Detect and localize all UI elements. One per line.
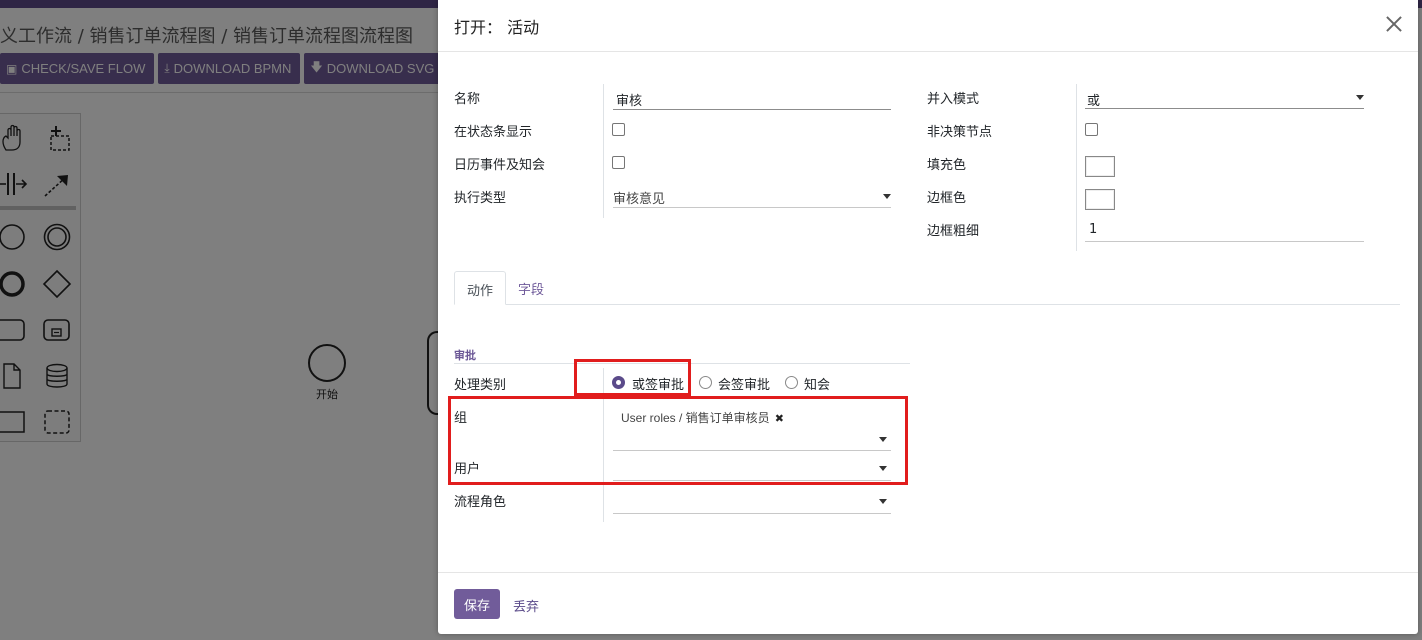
radio-or-sign-label: 或签审批	[632, 378, 685, 393]
join-mode-underline	[1085, 108, 1364, 109]
dialog-title: 打开： 活动	[454, 18, 540, 37]
fill-color-label: 填充色	[927, 158, 967, 173]
group-tag-label: User roles / 销售订单审核员	[621, 411, 770, 425]
border-width-input[interactable]: 1	[1089, 222, 1097, 237]
exec-type-dropdown-icon[interactable]	[883, 194, 891, 199]
remove-tag-icon[interactable]: ✖	[775, 413, 784, 425]
flow-role-label: 流程角色	[454, 495, 507, 510]
section-column-divider	[603, 368, 604, 522]
group-label: 组	[454, 411, 468, 426]
tab-fields[interactable]: 字段	[506, 271, 556, 305]
group-input-underline[interactable]	[613, 450, 891, 451]
radio-countersign-label: 会签审批	[718, 378, 771, 393]
group-dropdown-icon[interactable]	[879, 437, 887, 442]
tab-actions[interactable]: 动作	[454, 271, 507, 305]
border-width-label: 边框粗细	[927, 224, 980, 239]
discard-button[interactable]: 丢弃	[513, 596, 539, 615]
border-color-label: 边框色	[927, 191, 967, 206]
section-divider	[454, 363, 910, 364]
exec-type-underline	[613, 207, 891, 208]
calendar-notify-label: 日历事件及知会	[454, 158, 546, 173]
activity-dialog: 打开： 活动 名称 审核 在状态条显示 日历事件及知会 执行类型 审核意见 并入…	[438, 0, 1418, 634]
non-decision-label: 非决策节点	[927, 125, 993, 140]
name-input[interactable]: 审核	[616, 90, 642, 109]
name-label: 名称	[454, 92, 481, 107]
join-mode-dropdown-icon[interactable]	[1356, 95, 1364, 100]
exec-type-label: 执行类型	[454, 191, 507, 206]
non-decision-checkbox[interactable]	[1085, 123, 1098, 136]
join-mode-label: 并入模式	[927, 92, 980, 107]
user-input-underline[interactable]	[613, 480, 891, 481]
show-statusbar-checkbox[interactable]	[612, 123, 625, 136]
radio-or-sign[interactable]	[612, 376, 625, 389]
close-icon[interactable]	[1382, 12, 1406, 36]
dialog-header: 打开： 活动	[438, 0, 1418, 52]
process-type-label: 处理类别	[454, 378, 507, 393]
group-tag: User roles / 销售订单审核员 ✖	[616, 407, 790, 427]
radio-countersign[interactable]	[699, 376, 712, 389]
fill-color-picker[interactable]	[1085, 156, 1115, 177]
left-column-divider	[603, 84, 604, 218]
join-mode-select[interactable]: 或	[1087, 90, 1100, 109]
dialog-footer-divider	[438, 572, 1418, 573]
radio-notify[interactable]	[785, 376, 798, 389]
name-input-underline	[613, 109, 891, 110]
flow-role-underline[interactable]	[613, 513, 891, 514]
user-dropdown-icon[interactable]	[879, 466, 887, 471]
flow-role-dropdown-icon[interactable]	[879, 499, 887, 504]
show-statusbar-label: 在状态条显示	[454, 125, 533, 140]
user-label: 用户	[454, 462, 481, 477]
right-column-divider	[1076, 84, 1077, 251]
tabs-divider	[454, 304, 1400, 305]
border-width-underline	[1085, 241, 1364, 242]
section-title-approval: 审批	[454, 349, 476, 362]
border-color-picker[interactable]	[1085, 189, 1115, 210]
save-button[interactable]: 保存	[454, 589, 500, 619]
exec-type-select[interactable]: 审核意见	[613, 188, 665, 207]
calendar-notify-checkbox[interactable]	[612, 156, 625, 169]
radio-notify-label: 知会	[804, 378, 831, 393]
